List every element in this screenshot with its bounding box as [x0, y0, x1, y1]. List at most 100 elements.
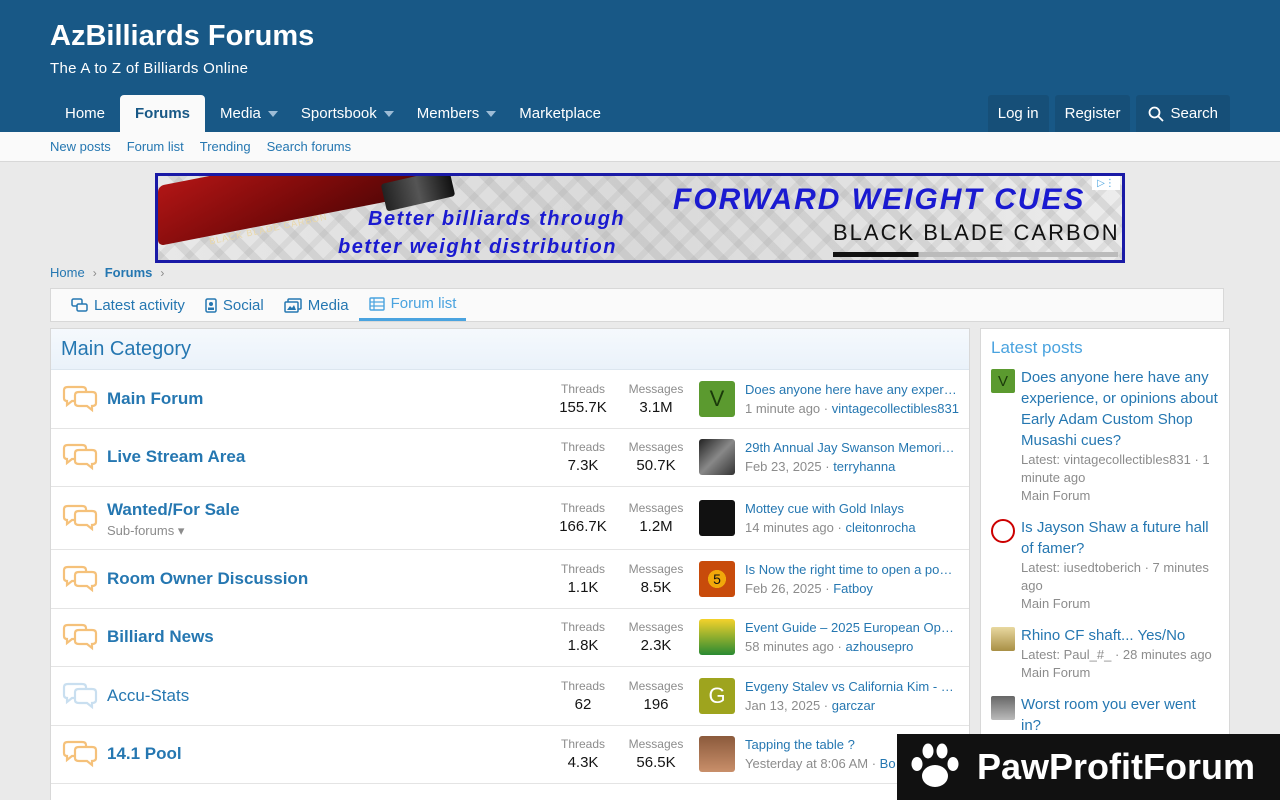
forum-title[interactable]: 14.1 Pool — [107, 744, 182, 764]
latest-post-title[interactable]: Rhino CF shaft... Yes/No — [1021, 627, 1185, 644]
last-post-title[interactable]: Mottey cue with Gold Inlays — [745, 501, 961, 516]
last-post-user[interactable]: garczar — [832, 698, 875, 713]
tab-latest-activity[interactable]: Latest activity — [61, 289, 195, 321]
avatar-letter: 5 — [713, 570, 721, 587]
forum-bubbles-icon — [62, 741, 98, 768]
forum-title[interactable]: Main Forum — [107, 389, 203, 409]
forum-node-list: Main Forum Threads 155.7K Messages 3.1M … — [51, 370, 969, 784]
messages-label: Messages — [628, 678, 684, 693]
latest-post-forum[interactable]: Main Forum — [1021, 595, 1219, 613]
last-poster-avatar[interactable] — [699, 736, 735, 773]
category-title[interactable]: Main Category — [51, 329, 969, 370]
login-button[interactable]: Log in — [987, 95, 1049, 132]
breadcrumb-home[interactable]: Home — [50, 265, 85, 280]
messages-count: 50.7K — [636, 457, 676, 475]
last-post-time[interactable]: Feb 26, 2025 — [745, 581, 822, 596]
last-poster-avatar[interactable]: G — [699, 677, 735, 714]
latest-post-title[interactable]: Is Jayson Shaw a future hall of famer? — [1021, 519, 1209, 557]
forum-node: Live Stream Area Threads 7.3K Messages 5… — [51, 429, 969, 487]
subnav-search-forums[interactable]: Search forums — [267, 139, 352, 154]
latest-post-forum[interactable]: Main Forum — [1021, 487, 1219, 505]
tab-forum-list[interactable]: Forum list — [358, 289, 467, 321]
site-tagline: The A to Z of Billiards Online — [50, 60, 249, 77]
breadcrumb-forums[interactable]: Forums — [105, 265, 153, 280]
forum-title[interactable]: Live Stream Area — [107, 447, 245, 467]
last-post-title[interactable]: Event Guide – 2025 European Op… — [745, 620, 961, 635]
latest-post-meta[interactable]: Latest: Paul_#_ · 28 minutes ago — [1021, 646, 1219, 664]
site-title[interactable]: AzBilliards Forums — [50, 20, 314, 53]
members-dropdown-caret-icon[interactable] — [486, 110, 497, 117]
last-post-time[interactable]: Feb 23, 2025 — [745, 459, 822, 474]
poster-avatar[interactable] — [991, 519, 1015, 543]
register-button[interactable]: Register — [1054, 95, 1131, 132]
forum-title[interactable]: Accu-Stats — [107, 686, 189, 706]
forum-title[interactable]: Billiard News — [107, 627, 214, 647]
last-poster-avatar[interactable]: V — [699, 380, 735, 417]
latest-post-meta[interactable]: Latest: iusedtoberich · 7 minutes ago — [1021, 559, 1219, 595]
last-post-time[interactable]: Yesterday at 8:06 AM — [745, 756, 868, 771]
latest-post-title[interactable]: Worst room you ever went in? — [1021, 696, 1196, 734]
subforums-toggle[interactable]: Sub-forums ▾ — [107, 523, 184, 539]
pawprofitforum-watermark: PawProfitForum — [897, 734, 1280, 800]
last-post: Mottey cue with Gold Inlays 14 minutes a… — [745, 501, 961, 535]
threads-label: Threads — [560, 501, 606, 515]
subnav-forum-list[interactable]: Forum list — [127, 139, 184, 154]
forum-bubbles-icon — [62, 624, 98, 651]
last-post-meta: Feb 26, 2025 · Fatboy — [745, 580, 873, 596]
nav-forums[interactable]: Forums — [120, 95, 206, 132]
latest-post-title[interactable]: Does anyone here have any experience, or… — [1021, 369, 1218, 449]
nav-media[interactable]: Media — [205, 95, 276, 132]
subnav-new-posts[interactable]: New posts — [50, 139, 111, 154]
nav-sportsbook[interactable]: Sportsbook — [286, 95, 392, 132]
last-post-user[interactable]: vintagecollectibles831 — [832, 401, 959, 416]
forum-title[interactable]: Wanted/For Sale — [107, 500, 240, 520]
nav-members[interactable]: Members — [402, 95, 495, 132]
last-post-user[interactable]: azhousepro — [845, 639, 913, 654]
last-post-user[interactable]: Fatboy — [833, 581, 873, 596]
subnav-trending[interactable]: Trending — [200, 139, 251, 154]
nav-marketplace[interactable]: Marketplace — [504, 95, 616, 132]
last-post-user[interactable]: terryhanna — [833, 459, 895, 474]
tab-media[interactable]: Media — [274, 289, 359, 321]
poster-avatar[interactable] — [991, 696, 1015, 720]
tab-social[interactable]: Social — [195, 289, 274, 321]
threads-label: Threads — [560, 678, 606, 693]
last-post-user[interactable]: Bo — [880, 756, 896, 771]
threads-stat: Threads 62 — [551, 679, 615, 713]
last-post-meta: 1 minute ago · vintagecollectibles831 — [745, 400, 959, 416]
nav-home[interactable]: Home — [50, 95, 120, 132]
threads-count: 62 — [574, 695, 592, 713]
last-poster-avatar[interactable] — [699, 619, 735, 656]
ad-choices-icon[interactable]: ▷⋮ — [1092, 176, 1120, 190]
last-post-title[interactable]: Is Now the right time to open a po… — [745, 562, 961, 577]
forum-title[interactable]: Room Owner Discussion — [107, 569, 308, 589]
last-post: 29th Annual Jay Swanson Memori… Feb 23, … — [745, 440, 961, 474]
last-poster-avatar[interactable] — [699, 439, 735, 476]
latest-post-meta[interactable]: Latest: vintagecollectibles831 · 1 minut… — [1021, 451, 1219, 487]
last-poster-avatar[interactable] — [699, 500, 735, 536]
poster-avatar[interactable] — [991, 627, 1015, 651]
last-post-user[interactable]: cleitonrocha — [845, 520, 915, 535]
last-post-title[interactable]: Does anyone here have any exper… — [745, 382, 961, 397]
last-post-title[interactable]: 29th Annual Jay Swanson Memori… — [745, 440, 961, 455]
latest-post-item: V Does anyone here have any experience, … — [981, 367, 1229, 505]
media-dropdown-caret-icon[interactable] — [267, 110, 278, 117]
latest-post-forum[interactable]: Main Forum — [1021, 664, 1219, 682]
avatar-letter: G — [708, 682, 726, 708]
poster-avatar[interactable]: V — [991, 369, 1015, 393]
messages-label: Messages — [628, 620, 684, 635]
ad-banner[interactable]: BLACK BLADE CARBON FORWARD WEIGHT CUES B… — [155, 173, 1125, 263]
last-post-title[interactable]: Evgeny Stalev vs California Kim - … — [745, 679, 961, 694]
sportsbook-dropdown-caret-icon[interactable] — [383, 110, 394, 117]
last-post-time[interactable]: Jan 13, 2025 — [745, 698, 820, 713]
last-poster-avatar[interactable]: 5 — [699, 560, 735, 597]
last-post-time[interactable]: 1 minute ago — [745, 401, 820, 416]
sidebar-title[interactable]: Latest posts — [981, 329, 1229, 367]
last-post-time[interactable]: 58 minutes ago — [745, 639, 834, 654]
ad-headline: FORWARD WEIGHT CUES — [673, 183, 1086, 216]
messages-count: 1.2M — [639, 518, 673, 535]
messages-stat: Messages 2.3K — [623, 620, 689, 654]
tab-label: Media — [307, 296, 349, 314]
last-post-time[interactable]: 14 minutes ago — [745, 520, 834, 535]
search-button[interactable]: Search — [1136, 95, 1230, 132]
